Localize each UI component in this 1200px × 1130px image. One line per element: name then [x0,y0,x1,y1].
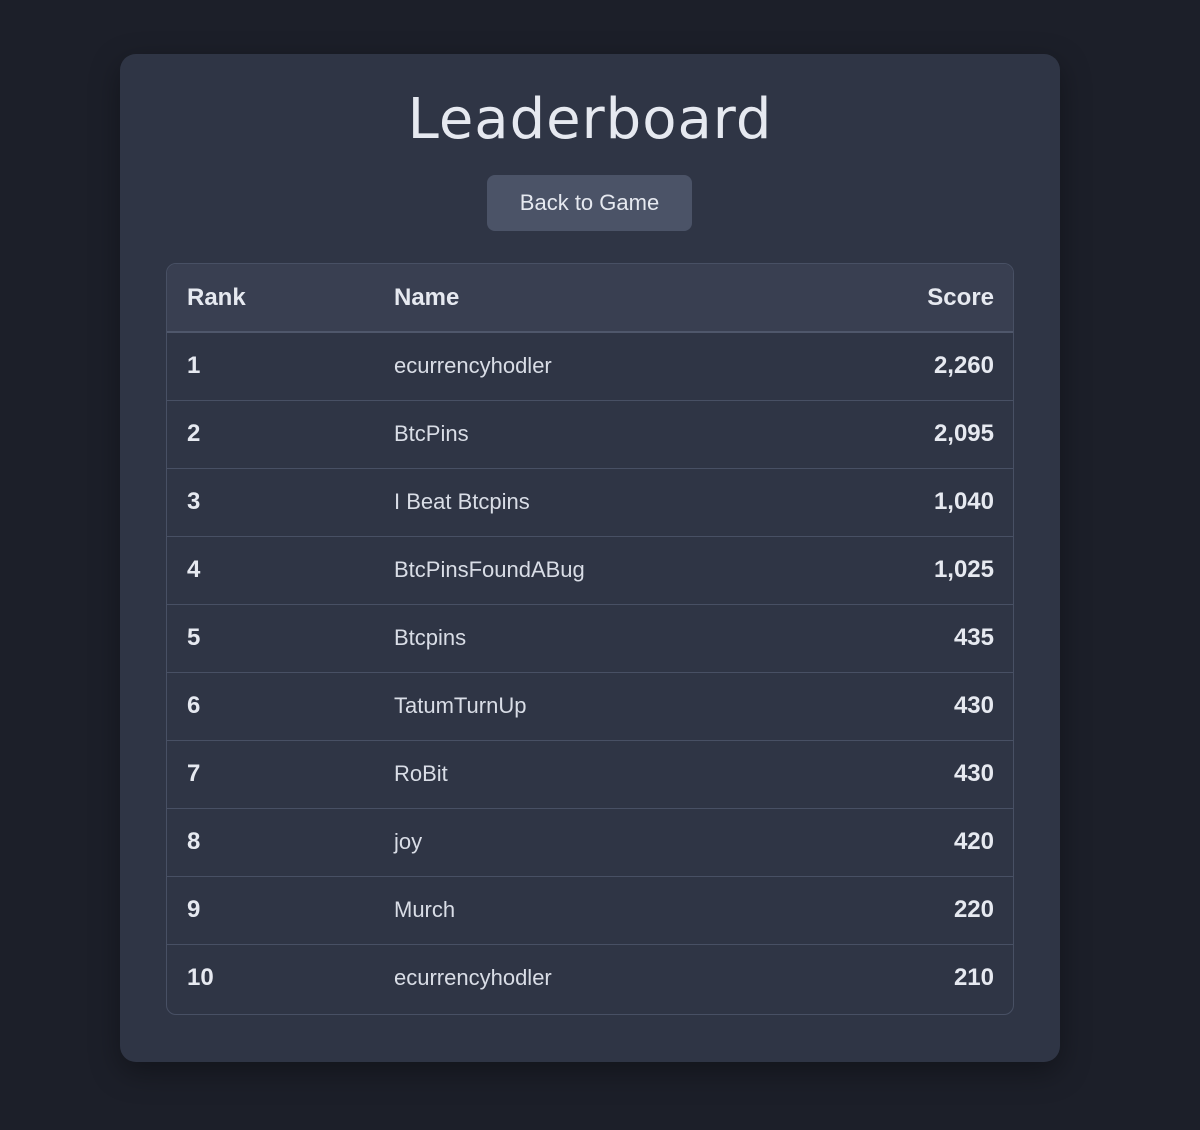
rank-cell: 4 [187,556,201,583]
page-title: Leaderboard [407,87,773,152]
name-cell: I Beat Btcpins [394,489,530,514]
leaderboard-table: Rank Name Score 1 ecurrencyhodler 2,260 2 Bt… [166,263,1014,1015]
score-cell: 2,095 [933,420,994,447]
name-cell: RoBit [394,761,448,786]
name-cell: ecurrencyhodler [394,353,552,379]
rank-cell: 8 [187,828,201,855]
rank-cell: 1 [187,352,201,380]
table-row: 1 ecurrencyhodler 2,260 [167,332,1013,400]
score-cell: 430 [953,692,994,719]
table-row: 8 joy 420 [167,808,1013,876]
name-cell: Murch [394,897,456,922]
table-row: 10 ecurrencyhodler 210 [167,944,1013,1012]
table-row: 9 Murch 220 [167,876,1013,944]
header-rank: Rank [167,264,394,333]
table-row: 2 BtcPins 2,095 [167,400,1013,468]
score-cell: 1,040 [933,488,994,515]
header-score: Score [794,264,1013,333]
rank-cell: 5 [187,624,201,651]
score-cell: 435 [953,624,994,651]
table-row: 7 RoBit 430 [167,740,1013,808]
name-cell: joy [394,829,423,854]
rank-cell: 7 [187,760,201,787]
score-cell: 1,025 [933,556,994,583]
table-row: 3 I Beat Btcpins 1,040 [167,468,1013,536]
rank-cell: 3 [187,488,201,515]
rank-cell: 6 [187,692,201,719]
score-cell: 210 [953,964,994,992]
name-cell: ecurrencyhodler [394,965,552,991]
rank-cell: 9 [187,896,201,923]
table-row: 6 TatumTurnUp 430 [167,672,1013,740]
name-cell: Btcpins [394,625,467,650]
table-body: 1 ecurrencyhodler 2,260 2 BtcPins 2,095 3 I Bea… [167,332,1013,1012]
rank-cell: 2 [187,420,201,447]
score-cell: 430 [953,760,994,787]
score-cell: 220 [953,896,994,923]
name-cell: TatumTurnUp [394,693,527,718]
header-name: Name [394,264,794,333]
table-row: 5 Btcpins 435 [167,604,1013,672]
score-cell: 420 [953,828,994,855]
back-to-game-button[interactable]: Back to Game [487,175,692,231]
table-header-row: Rank Name Score [167,264,1013,333]
name-cell: BtcPinsFoundABug [394,557,585,582]
rank-cell: 10 [187,964,214,992]
name-cell: BtcPins [394,421,469,446]
table-row: 4 BtcPinsFoundABug 1,025 [167,536,1013,604]
score-cell: 2,260 [933,352,994,380]
leaderboard-card: Leaderboard Back to Game Rank Name Score… [120,54,1060,1062]
